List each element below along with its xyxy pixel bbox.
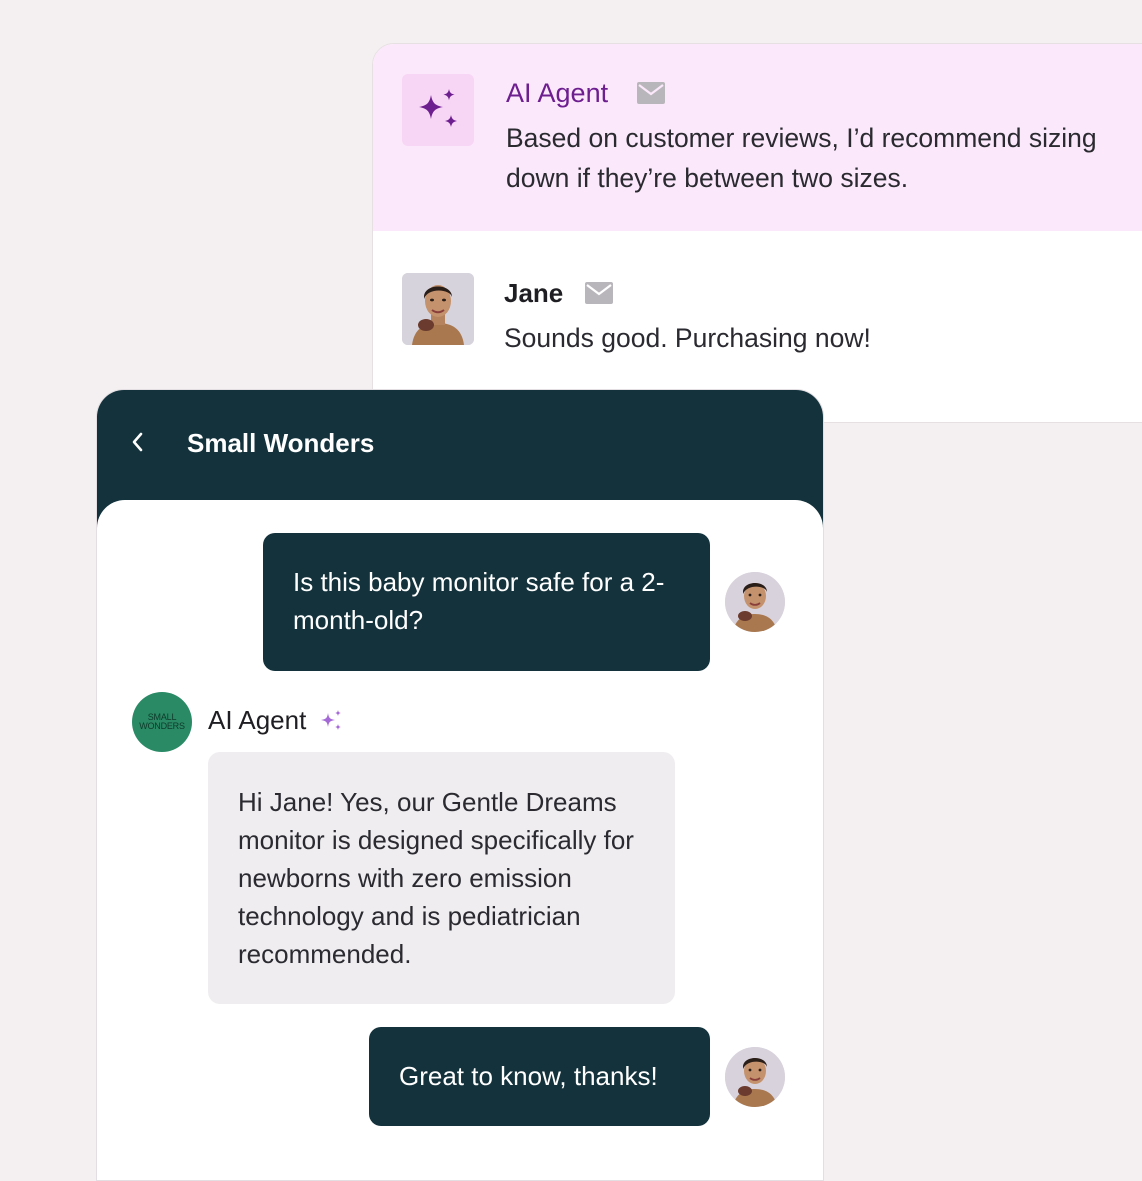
- agent-name: AI Agent: [208, 705, 307, 735]
- brand-logo-avatar: SMALL WONDERS: [132, 692, 192, 752]
- user-message-bubble: Is this baby monitor safe for a 2-month-…: [263, 533, 710, 671]
- thread-message-ai-agent[interactable]: AI Agent Based on customer reviews, I’d …: [373, 44, 1142, 231]
- envelope-icon: [637, 82, 665, 104]
- brand-logo-line: WONDERS: [139, 721, 185, 731]
- user-message-bubble: Great to know, thanks!: [369, 1027, 710, 1126]
- chevron-left-icon: [132, 432, 143, 452]
- message-text: Sounds good. Purchasing now!: [504, 323, 871, 353]
- avatar: [402, 273, 474, 345]
- sender-name: AI Agent: [506, 78, 609, 108]
- sparkles-icon: [402, 74, 474, 146]
- avatar: [725, 572, 785, 632]
- chat-messages: Is this baby monitor safe for a 2-month-…: [97, 500, 823, 1180]
- avatar: [725, 1047, 785, 1107]
- envelope-icon: [585, 282, 613, 304]
- back-button[interactable]: [123, 428, 151, 456]
- chat-widget: Small Wonders Is this baby monitor safe …: [96, 389, 824, 1181]
- chat-title: Small Wonders: [187, 428, 375, 458]
- conversation-thread-panel: AI Agent Based on customer reviews, I’d …: [372, 43, 1142, 423]
- message-text: Based on customer reviews, I’d recommend…: [506, 123, 1097, 193]
- sparkles-icon: [321, 710, 341, 730]
- sender-name: Jane: [504, 278, 564, 308]
- agent-message-bubble: Hi Jane! Yes, our Gentle Dreams monitor …: [208, 752, 675, 1004]
